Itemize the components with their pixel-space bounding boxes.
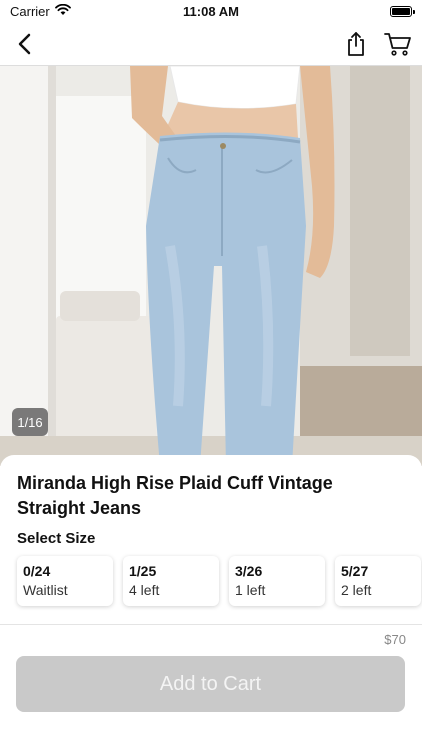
size-option-3-26[interactable]: 3/26 1 left bbox=[229, 556, 325, 606]
cart-icon bbox=[384, 32, 411, 56]
price-label: $70 bbox=[384, 632, 406, 647]
share-button[interactable] bbox=[342, 30, 370, 58]
status-left: Carrier bbox=[10, 3, 71, 19]
size-stock: 1 left bbox=[235, 582, 266, 598]
product-image[interactable] bbox=[0, 66, 422, 466]
back-button[interactable] bbox=[10, 30, 38, 58]
size-options: 0/24 Waitlist 1/25 4 left 3/26 1 left 5/… bbox=[17, 556, 421, 606]
navigation-bar bbox=[0, 22, 422, 66]
select-size-heading: Select Size bbox=[17, 530, 96, 547]
size-label: 5/27 bbox=[341, 563, 369, 579]
image-counter: 1/16 bbox=[12, 408, 48, 436]
size-option-1-25[interactable]: 1/25 4 left bbox=[123, 556, 219, 606]
size-stock: 2 left bbox=[341, 582, 372, 598]
size-stock: 4 left bbox=[129, 582, 160, 598]
cart-button[interactable] bbox=[384, 30, 412, 58]
product-photo-illustration bbox=[0, 66, 422, 466]
status-bar: Carrier 11:08 AM bbox=[0, 0, 422, 22]
divider bbox=[0, 624, 422, 625]
size-option-0-24[interactable]: 0/24 Waitlist bbox=[17, 556, 113, 606]
size-label: 3/26 bbox=[235, 563, 263, 579]
size-option-5-27[interactable]: 5/27 2 left bbox=[335, 556, 421, 606]
size-stock: Waitlist bbox=[23, 582, 68, 598]
share-icon bbox=[348, 31, 364, 56]
battery-icon bbox=[390, 5, 415, 17]
size-label: 1/25 bbox=[129, 563, 157, 579]
add-to-cart-button[interactable]: Add to Cart bbox=[16, 656, 405, 712]
wifi-icon bbox=[54, 3, 71, 19]
product-title: Miranda High Rise Plaid Cuff Vintage Str… bbox=[17, 473, 333, 518]
size-label: 0/24 bbox=[23, 563, 51, 579]
nav-actions bbox=[342, 30, 412, 58]
carrier-label: Carrier bbox=[10, 3, 50, 19]
chevron-left-icon bbox=[18, 33, 31, 54]
